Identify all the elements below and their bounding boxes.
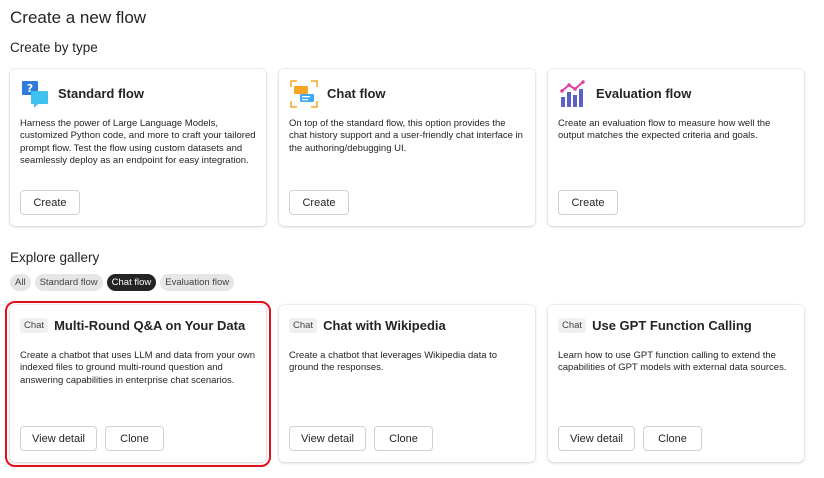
gallery-card-description: Create a chatbot that uses LLM and data …	[20, 350, 255, 386]
gallery-card-multi-round-qa: Chat Multi-Round Q&A on Your Data Create…	[10, 305, 266, 462]
view-detail-button[interactable]: View detail	[20, 426, 97, 451]
chat-flow-card: Chat flow On top of the standard flow, t…	[279, 69, 535, 226]
filter-pill-evaluation-flow[interactable]: Evaluation flow	[160, 274, 235, 291]
gallery-filter-pills: All Standard flow Chat flow Evaluation f…	[10, 274, 235, 291]
chat-flow-icon	[290, 80, 318, 108]
standard-flow-icon: ?	[22, 81, 48, 108]
card-title: Evaluation flow	[596, 86, 692, 101]
page-title: Create a new flow	[10, 8, 147, 27]
card-description: Create an evaluation flow to measure how…	[558, 118, 771, 142]
evaluation-flow-icon	[560, 80, 585, 107]
view-detail-button[interactable]: View detail	[558, 426, 635, 451]
clone-button[interactable]: Clone	[374, 426, 433, 451]
gallery-card-description: Learn how to use GPT function calling to…	[558, 350, 787, 374]
gallery-card-description: Create a chatbot that leverages Wikipedi…	[289, 350, 498, 374]
gallery-card-chat-with-wikipedia: Chat Chat with Wikipedia Create a chatbo…	[279, 305, 535, 462]
create-by-type-heading: Create by type	[10, 40, 98, 55]
create-standard-flow-button[interactable]: Create	[20, 190, 80, 215]
view-detail-button[interactable]: View detail	[289, 426, 366, 451]
chat-tag: Chat	[289, 318, 318, 333]
gallery-card-title: Use GPT Function Calling	[592, 318, 752, 333]
create-evaluation-flow-button[interactable]: Create	[558, 190, 618, 215]
chat-tag: Chat	[20, 318, 49, 333]
filter-pill-all[interactable]: All	[10, 274, 31, 291]
clone-button[interactable]: Clone	[643, 426, 702, 451]
filter-pill-chat-flow[interactable]: Chat flow	[106, 274, 157, 291]
evaluation-flow-card: Evaluation flow Create an evaluation flo…	[548, 69, 804, 226]
gallery-card-title: Chat with Wikipedia	[323, 318, 446, 333]
create-chat-flow-button[interactable]: Create	[289, 190, 349, 215]
gallery-card-title: Multi-Round Q&A on Your Data	[54, 318, 246, 333]
card-title: Standard flow	[58, 86, 144, 101]
chat-tag: Chat	[558, 318, 587, 333]
gallery-card-gpt-function-calling: Chat Use GPT Function Calling Learn how …	[548, 305, 804, 462]
card-title: Chat flow	[327, 86, 386, 101]
clone-button[interactable]: Clone	[105, 426, 164, 451]
explore-gallery-heading: Explore gallery	[10, 250, 100, 265]
card-description: Harness the power of Large Language Mode…	[20, 118, 256, 167]
standard-flow-card: ? Standard flow Harness the power of Lar…	[10, 69, 266, 226]
card-description: On top of the standard flow, this option…	[289, 118, 523, 154]
filter-pill-standard-flow[interactable]: Standard flow	[34, 274, 103, 291]
